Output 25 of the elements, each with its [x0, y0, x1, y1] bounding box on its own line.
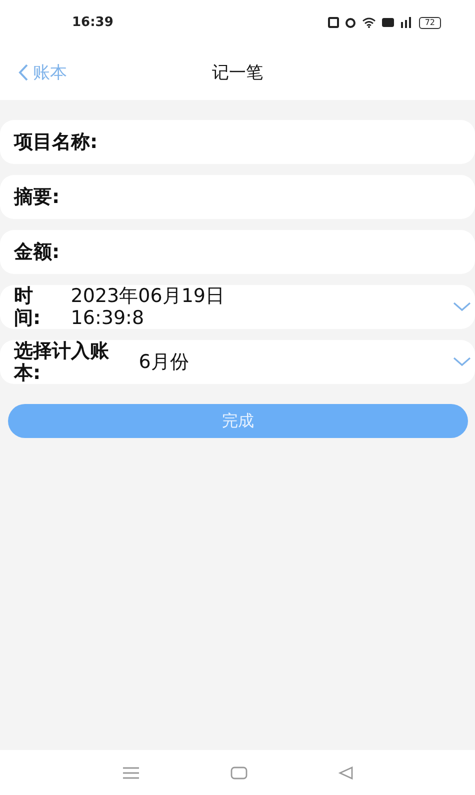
signal-icon — [400, 17, 413, 28]
menu-icon[interactable] — [122, 766, 140, 780]
date-value: 2023年06月19日 — [70, 285, 226, 307]
ledger-dropdown[interactable]: 选择计入账本: 6月份 — [0, 340, 475, 384]
status-time: 16:39 — [72, 15, 114, 30]
field-label: 时间: — [14, 285, 37, 329]
field-label: 项目名称: — [14, 131, 98, 153]
field-label: 摘要: — [14, 186, 60, 208]
battery-level: 72 — [418, 16, 441, 28]
back-icon[interactable] — [338, 766, 354, 780]
field-label: 选择计入账本: — [14, 340, 110, 384]
page-title: 记一笔 — [212, 63, 263, 83]
input-field[interactable]: 金额: — [0, 230, 475, 274]
input-field[interactable]: 摘要: — [0, 175, 475, 219]
field-label: 金额: — [14, 241, 60, 263]
chevron-left-icon — [18, 64, 29, 81]
selected-value: 6月份 — [138, 351, 190, 373]
alarm-icon — [344, 17, 356, 28]
date-time-picker[interactable]: 时间: 2023年06月19日 16:39:8 — [0, 285, 475, 329]
chevron-down-icon[interactable] — [453, 302, 471, 312]
home-icon[interactable] — [230, 766, 248, 780]
input-field[interactable]: 项目名称: — [0, 120, 475, 164]
chevron-down-icon[interactable] — [453, 357, 471, 367]
time-value: 16:39:8 — [70, 307, 146, 329]
wifi-icon — [362, 17, 376, 28]
